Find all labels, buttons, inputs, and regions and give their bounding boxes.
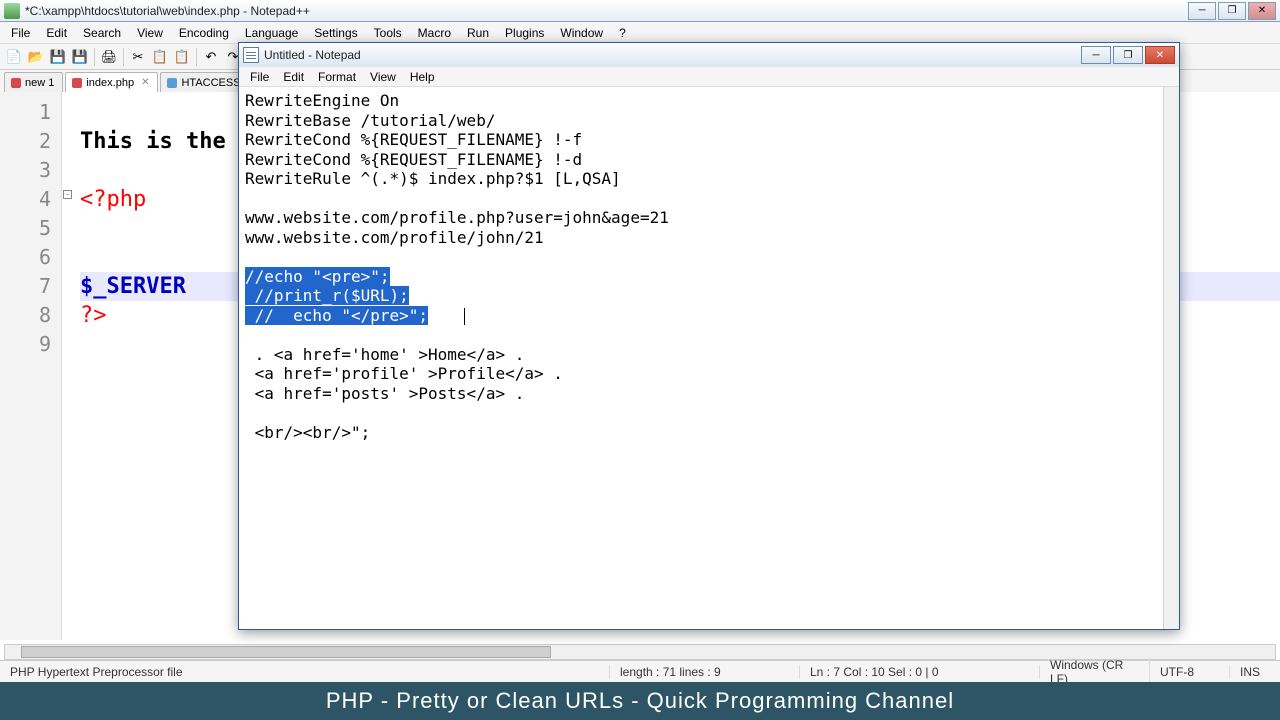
npp-statusbar: PHP Hypertext Preprocessor file length :…	[0, 660, 1280, 682]
menu-window[interactable]: Window	[553, 24, 610, 42]
tab-label: HTACCESS	[181, 77, 240, 89]
menu-edit[interactable]: Edit	[39, 24, 74, 42]
file-icon	[167, 78, 177, 88]
save-icon[interactable]: 💾	[48, 47, 68, 67]
menu-encoding[interactable]: Encoding	[172, 24, 236, 42]
npp-title-text: *C:\xampp\htdocs\tutorial\web\index.php …	[25, 4, 1188, 18]
cut-icon[interactable]: ✂	[128, 47, 148, 67]
open-file-icon[interactable]: 📂	[26, 47, 46, 67]
npp-maximize-button[interactable]: ❐	[1218, 2, 1246, 20]
toolbar-sep	[123, 48, 124, 66]
new-file-icon[interactable]: 📄	[4, 47, 24, 67]
tab-htaccess[interactable]: HTACCESS	[160, 72, 249, 92]
np-menu-help[interactable]: Help	[403, 69, 442, 85]
notepad-titlebar[interactable]: Untitled - Notepad ─ ❐ ✕	[239, 43, 1179, 67]
menu-settings[interactable]: Settings	[307, 24, 364, 42]
paste-icon[interactable]: 📋	[172, 47, 192, 67]
menu-run[interactable]: Run	[460, 24, 496, 42]
tab-index-php[interactable]: index.php ✕	[65, 72, 158, 92]
status-length: length : 71 lines : 9	[610, 665, 800, 679]
scroll-thumb[interactable]	[21, 646, 551, 658]
notepad-textarea[interactable]: RewriteEngine On RewriteBase /tutorial/w…	[239, 87, 1163, 629]
npp-close-button[interactable]: ✕	[1248, 2, 1276, 20]
menu-tools[interactable]: Tools	[367, 24, 409, 42]
dirty-icon	[72, 78, 82, 88]
status-position: Ln : 7 Col : 10 Sel : 0 | 0	[800, 665, 1040, 679]
npp-menubar: File Edit Search View Encoding Language …	[0, 22, 1280, 44]
menu-macro[interactable]: Macro	[411, 24, 458, 42]
notepad-window: Untitled - Notepad ─ ❐ ✕ File Edit Forma…	[238, 42, 1180, 630]
tab-label: new 1	[25, 77, 54, 89]
tab-label: index.php	[86, 77, 134, 89]
notepad-maximize-button[interactable]: ❐	[1113, 46, 1143, 64]
menu-file[interactable]: File	[4, 24, 37, 42]
print-icon[interactable]: 🖨	[99, 47, 119, 67]
menu-search[interactable]: Search	[76, 24, 128, 42]
fold-column: −	[62, 92, 74, 640]
copy-icon[interactable]: 📋	[150, 47, 170, 67]
menu-help[interactable]: ?	[612, 24, 633, 42]
menu-language[interactable]: Language	[238, 24, 305, 42]
menu-plugins[interactable]: Plugins	[498, 24, 551, 42]
np-menu-format[interactable]: Format	[311, 69, 363, 85]
undo-icon[interactable]: ↶	[201, 47, 221, 67]
npp-titlebar: *C:\xampp\htdocs\tutorial\web\index.php …	[0, 0, 1280, 22]
dirty-icon	[11, 78, 21, 88]
notepad-close-button[interactable]: ✕	[1145, 46, 1175, 64]
status-lang: PHP Hypertext Preprocessor file	[0, 665, 610, 679]
np-menu-view[interactable]: View	[363, 69, 403, 85]
status-ins: INS	[1230, 665, 1280, 679]
tab-close-icon[interactable]: ✕	[141, 77, 149, 88]
notepad-app-icon	[243, 47, 259, 63]
notepad-title-text: Untitled - Notepad	[264, 48, 1079, 62]
line-gutter: 123 456 789	[0, 92, 62, 640]
toolbar-sep	[94, 48, 95, 66]
tab-new1[interactable]: new 1	[4, 72, 63, 92]
notepad-minimize-button[interactable]: ─	[1081, 46, 1111, 64]
toolbar-sep	[196, 48, 197, 66]
menu-view[interactable]: View	[130, 24, 170, 42]
video-caption: PHP - Pretty or Clean URLs - Quick Progr…	[0, 682, 1280, 720]
np-menu-file[interactable]: File	[243, 69, 276, 85]
npp-app-icon	[4, 3, 20, 19]
npp-minimize-button[interactable]: ─	[1188, 2, 1216, 20]
save-all-icon[interactable]: 💾	[70, 47, 90, 67]
fold-minus-icon[interactable]: −	[63, 190, 72, 199]
status-encoding: UTF-8	[1150, 665, 1230, 679]
notepad-vscroll[interactable]	[1163, 87, 1179, 629]
notepad-menubar: File Edit Format View Help	[239, 67, 1179, 87]
np-menu-edit[interactable]: Edit	[276, 69, 311, 85]
